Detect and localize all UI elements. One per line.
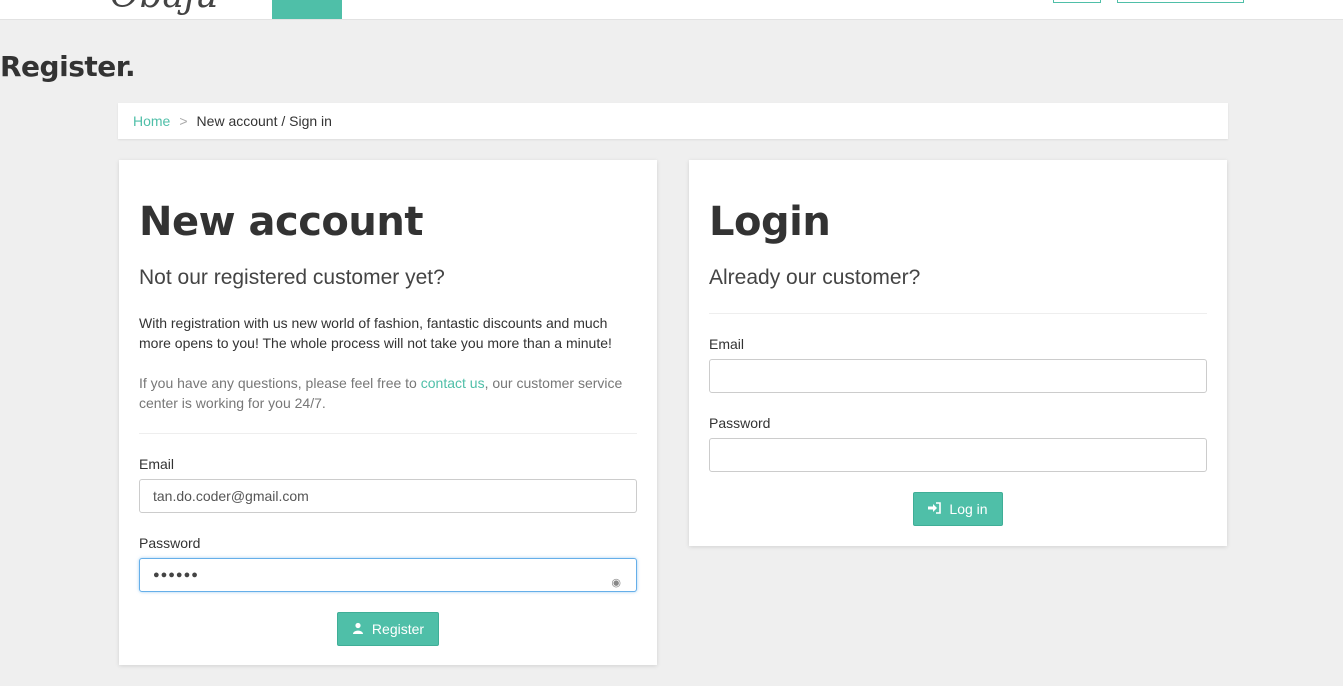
user-icon <box>352 622 364 637</box>
show-password-icon[interactable]: ◉ <box>611 567 622 599</box>
login-divider <box>709 313 1207 314</box>
top-navbar: Obaju <box>0 0 1343 20</box>
register-help-text: If you have any questions, please feel f… <box>139 373 637 413</box>
nav-item-active[interactable] <box>272 0 342 19</box>
login-button[interactable]: Log in <box>913 492 1003 526</box>
help-text-before: If you have any questions, please feel f… <box>139 375 421 391</box>
register-password-input[interactable]: ●●●●●● ◉ <box>139 558 637 592</box>
breadcrumb-current: New account / Sign in <box>196 113 332 129</box>
register-email-label: Email <box>139 456 175 472</box>
register-description: With registration with us new world of f… <box>139 315 612 351</box>
login-email-input[interactable] <box>709 359 1207 393</box>
breadcrumb-home-link[interactable]: Home <box>133 113 170 129</box>
login-button-label: Log in <box>949 501 988 517</box>
contact-us-link[interactable]: contact us <box>421 375 485 391</box>
register-title: New account <box>139 199 423 245</box>
login-password-label: Password <box>709 415 771 431</box>
top-button-2[interactable] <box>1117 0 1244 3</box>
register-divider <box>139 433 637 434</box>
register-button[interactable]: Register <box>337 612 439 646</box>
site-logo[interactable]: Obaju <box>110 0 218 14</box>
login-title: Login <box>709 199 831 245</box>
login-email-label: Email <box>709 336 745 352</box>
top-button-1[interactable] <box>1053 0 1101 3</box>
page-title: Register. <box>0 50 136 83</box>
sign-in-icon <box>928 501 942 517</box>
register-lead: Not our registered customer yet? <box>139 266 445 289</box>
login-password-input[interactable] <box>709 438 1207 472</box>
breadcrumb: Home > New account / Sign in <box>118 103 1228 139</box>
login-lead: Already our customer? <box>709 266 921 289</box>
register-button-label: Register <box>371 621 425 637</box>
register-password-value: ●●●●●● <box>153 569 199 581</box>
register-email-input[interactable]: tan.do.coder@gmail.com <box>139 479 637 513</box>
breadcrumb-separator: > <box>179 113 188 129</box>
register-password-label: Password <box>139 535 201 551</box>
